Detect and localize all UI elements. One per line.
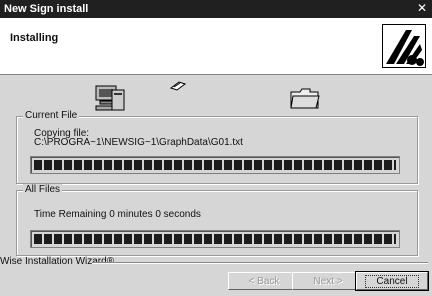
current-file-progress-fill: [34, 160, 396, 170]
all-files-progress-bar: [30, 230, 400, 248]
header-panel: Installing: [0, 18, 432, 75]
logo-icon: [382, 24, 426, 68]
window-title: New Sign install: [4, 3, 89, 15]
footer-divider: [92, 262, 428, 264]
page-title: Installing: [10, 32, 59, 44]
cancel-button[interactable]: Cancel: [355, 271, 429, 291]
next-button[interactable]: Next >: [292, 272, 364, 290]
all-files-legend: All Files: [23, 184, 63, 195]
close-icon[interactable]: ✕: [415, 2, 429, 15]
flying-paper-icon: [170, 81, 186, 91]
installer-window: New Sign install ✕ Installing Current Fi…: [0, 0, 432, 296]
current-file-progress-bar: [30, 156, 400, 174]
all-files-progress-fill: [34, 234, 396, 244]
back-button[interactable]: < Back: [228, 272, 300, 290]
cancel-label: Cancel: [365, 275, 419, 288]
computer-icon: [95, 85, 125, 111]
time-remaining: Time Remaining 0 minutes 0 seconds: [34, 209, 201, 220]
file-path: C:\PROGRA~1\NEWSIG~1\GraphData\G01.txt: [34, 137, 243, 148]
title-bar: New Sign install ✕: [0, 0, 432, 18]
folder-icon: [290, 88, 320, 109]
current-file-legend: Current File: [23, 110, 80, 121]
